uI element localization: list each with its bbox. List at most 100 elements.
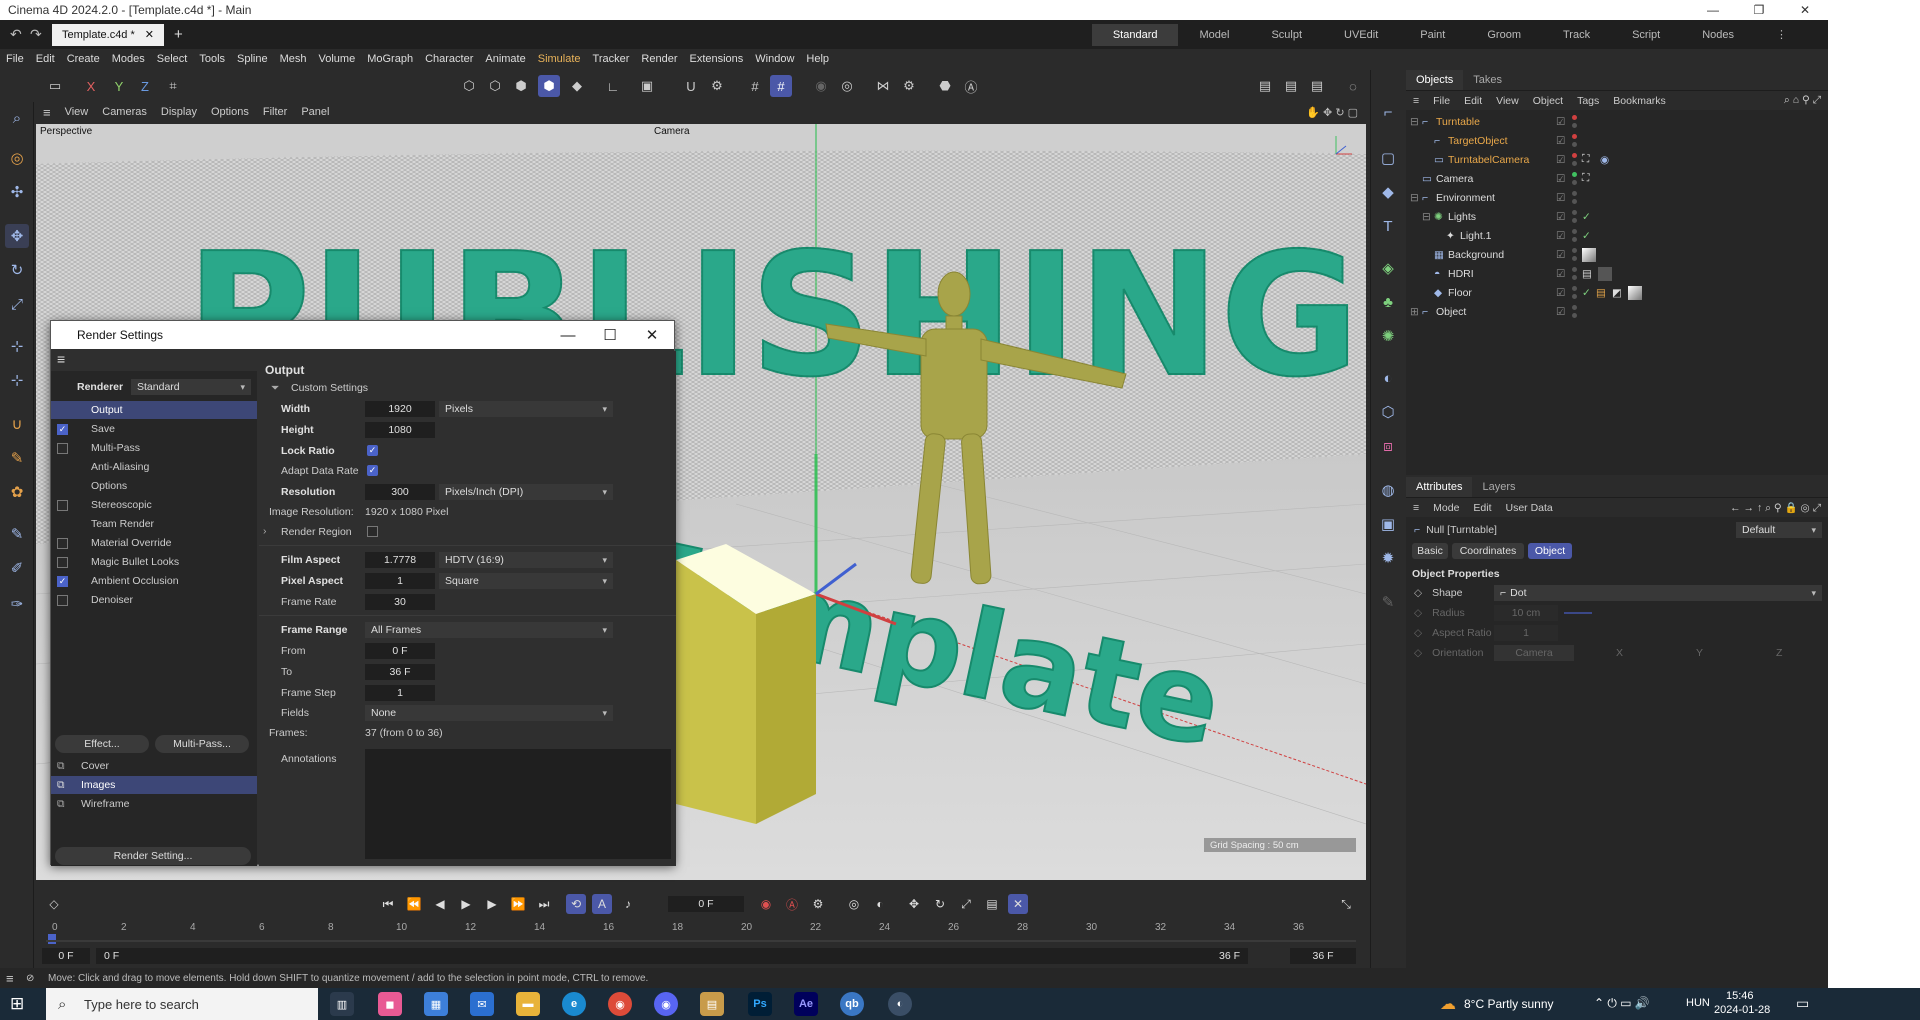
add-tab-icon[interactable]: + xyxy=(174,26,183,43)
menu-create[interactable]: Create xyxy=(61,53,106,65)
layout-script[interactable]: Script xyxy=(1611,24,1681,46)
objects-menu-tags[interactable]: Tags xyxy=(1570,95,1606,107)
keyframe-settings-icon[interactable]: ⚙ xyxy=(808,894,828,914)
next-frame-icon[interactable]: ▶ xyxy=(482,894,502,914)
expand-icon[interactable]: ⊞ xyxy=(1410,306,1419,318)
menu-simulate[interactable]: Simulate xyxy=(532,53,587,65)
polygons-mode-icon[interactable]: ⬢ xyxy=(510,75,532,97)
visibility-icon[interactable]: ☑ xyxy=(1556,287,1565,299)
viewport-menu-options[interactable]: Options xyxy=(204,106,256,118)
expand-icon[interactable]: ⊟ xyxy=(1422,211,1431,223)
editor-visibility-dot[interactable] xyxy=(1572,115,1577,120)
hamburger-icon[interactable]: ≡ xyxy=(36,105,58,120)
orientation-dropdown[interactable]: Camera xyxy=(1494,645,1574,661)
hamburger-icon[interactable]: ≡ xyxy=(1406,502,1426,514)
rs-close-button[interactable]: ✕ xyxy=(631,321,673,349)
sound-icon[interactable]: ♪ xyxy=(618,894,638,914)
end-frame-input[interactable]: 36 F xyxy=(1290,948,1356,964)
settings-gear-icon[interactable]: ⚙ xyxy=(898,75,920,97)
rs-item-stereoscopic[interactable]: Stereoscopic xyxy=(51,496,257,514)
snap-icon[interactable]: U xyxy=(680,75,702,97)
visibility-icon[interactable]: ☑ xyxy=(1556,173,1565,185)
menu-modes[interactable]: Modes xyxy=(106,53,151,65)
search-icon[interactable]: ⌕ ⌂ ⚲ ⤢ xyxy=(1777,94,1828,107)
target-tag-icon[interactable]: ⛶ xyxy=(1582,153,1589,166)
multipass-button[interactable]: Multi-Pass... xyxy=(155,735,249,753)
rotation-key-icon[interactable]: ↻ xyxy=(930,894,950,914)
checkbox-checked-icon[interactable]: ✓ xyxy=(57,423,68,435)
chrome-icon[interactable]: ◉ xyxy=(608,992,632,1016)
clock-date[interactable]: 2024-01-28 xyxy=(1714,1004,1770,1016)
rs-item-antialiasing[interactable]: Anti-Aliasing xyxy=(51,458,257,476)
film-aspect-dropdown[interactable]: HDTV (16:9) xyxy=(439,552,613,568)
object-row-floor[interactable]: ◆ Floor ☑ ✓ ▤ ◩ xyxy=(1406,283,1828,302)
fields-dropdown[interactable]: None xyxy=(365,705,613,721)
search-icon[interactable]: ⌕ xyxy=(5,106,29,130)
hamburger-icon[interactable]: ≡ xyxy=(6,971,14,986)
brush-icon[interactable]: ✎ xyxy=(5,446,29,470)
field-icon[interactable]: ◐ xyxy=(1376,366,1400,390)
soft-selection-icon[interactable]: ◉ xyxy=(810,75,832,97)
object-row-hdri[interactable]: ◓ HDRI ☑ ▤ xyxy=(1406,264,1828,283)
checkbox-unchecked-icon[interactable] xyxy=(57,594,68,606)
object-row-background[interactable]: ▦ Background ☑ xyxy=(1406,245,1828,264)
menu-file[interactable]: File xyxy=(0,53,30,65)
z-axis-button[interactable]: Z xyxy=(134,75,156,97)
checkbox-unchecked-icon[interactable] xyxy=(57,499,68,511)
editor-visibility-dot[interactable] xyxy=(1572,267,1577,272)
edge-icon[interactable]: e xyxy=(562,992,586,1016)
widgets-icon[interactable]: ◼ xyxy=(378,992,402,1016)
go-to-start-icon[interactable]: ⏮ xyxy=(378,894,398,914)
x-axis-button[interactable]: X xyxy=(80,75,102,97)
clock-time[interactable]: 15:46 xyxy=(1726,990,1754,1002)
hamburger-icon[interactable]: ≡ xyxy=(1406,95,1426,107)
lock-icon[interactable]: ⬣ xyxy=(934,75,956,97)
orientation-y[interactable]: Y xyxy=(1696,647,1703,659)
language-indicator[interactable]: HUN xyxy=(1686,997,1710,1009)
rotate-icon[interactable]: ↻ xyxy=(5,258,29,282)
snap-move-icon[interactable]: ⊹ xyxy=(5,368,29,392)
redo-icon[interactable]: ↷ xyxy=(30,26,42,43)
rs-preset-wireframe[interactable]: ⧉ Wireframe xyxy=(51,795,257,813)
visibility-icon[interactable]: ☑ xyxy=(1556,268,1565,280)
loop-icon[interactable]: ⟲ xyxy=(566,894,586,914)
points-mode-icon[interactable]: ⬡ xyxy=(458,75,480,97)
file-explorer-icon[interactable]: ▬ xyxy=(516,992,540,1016)
render-visibility-dot[interactable] xyxy=(1572,218,1577,223)
keyframe-icon[interactable]: ◇ xyxy=(44,894,64,914)
visibility-icon[interactable]: ☑ xyxy=(1556,192,1565,204)
nav-arrows-icon[interactable]: ← → ↑ ⌕ ⚲ 🔒 ◎ ⤢ xyxy=(1723,501,1828,515)
motion-icon[interactable]: ◎ xyxy=(844,894,864,914)
render-visibility-dot[interactable] xyxy=(1572,275,1577,280)
menu-mograph[interactable]: MoGraph xyxy=(361,53,419,65)
rs-item-team-render[interactable]: Team Render xyxy=(51,515,257,533)
editor-visibility-dot[interactable] xyxy=(1572,153,1577,158)
orientation-x[interactable]: X xyxy=(1616,647,1623,659)
tab-takes[interactable]: Takes xyxy=(1463,74,1512,86)
target-tag-icon[interactable]: ⛶ xyxy=(1582,172,1589,185)
playback-mode-icon[interactable]: A xyxy=(592,894,612,914)
render-visibility-dot[interactable] xyxy=(1572,123,1577,128)
taskbar-search[interactable]: ⌕ Type here to search xyxy=(46,988,318,1020)
visibility-icon[interactable]: ☑ xyxy=(1556,249,1565,261)
grid-snap-icon[interactable]: # xyxy=(744,75,766,97)
viewport-menu-panel[interactable]: Panel xyxy=(294,106,336,118)
menu-spline[interactable]: Spline xyxy=(231,53,274,65)
layout-groom[interactable]: Groom xyxy=(1466,24,1542,46)
objects-menu-file[interactable]: File xyxy=(1426,95,1457,107)
orientation-z[interactable]: Z xyxy=(1776,647,1782,659)
expand-icon[interactable]: › xyxy=(263,525,267,537)
subtab-object[interactable]: Object xyxy=(1528,543,1572,559)
expand-timeline-icon[interactable]: ⤡ xyxy=(1336,894,1356,914)
viewport-nav-icons[interactable]: ✋ ✥ ↻ ▢ xyxy=(1306,106,1358,119)
menu-volume[interactable]: Volume xyxy=(313,53,362,65)
render-visibility-dot[interactable] xyxy=(1572,180,1577,185)
redshift-icon[interactable]: ◌ xyxy=(1342,75,1364,97)
camera-icon[interactable]: ▣ xyxy=(1376,512,1400,536)
viewport-menu-view[interactable]: View xyxy=(58,106,96,118)
weather-icon[interactable]: ☁ xyxy=(1440,994,1456,1014)
visibility-icon[interactable]: ☑ xyxy=(1556,135,1565,147)
notifications-icon[interactable]: ▭ xyxy=(1796,995,1809,1012)
viewport-menu-display[interactable]: Display xyxy=(154,106,204,118)
select-live-icon[interactable]: ◎ xyxy=(5,146,29,170)
